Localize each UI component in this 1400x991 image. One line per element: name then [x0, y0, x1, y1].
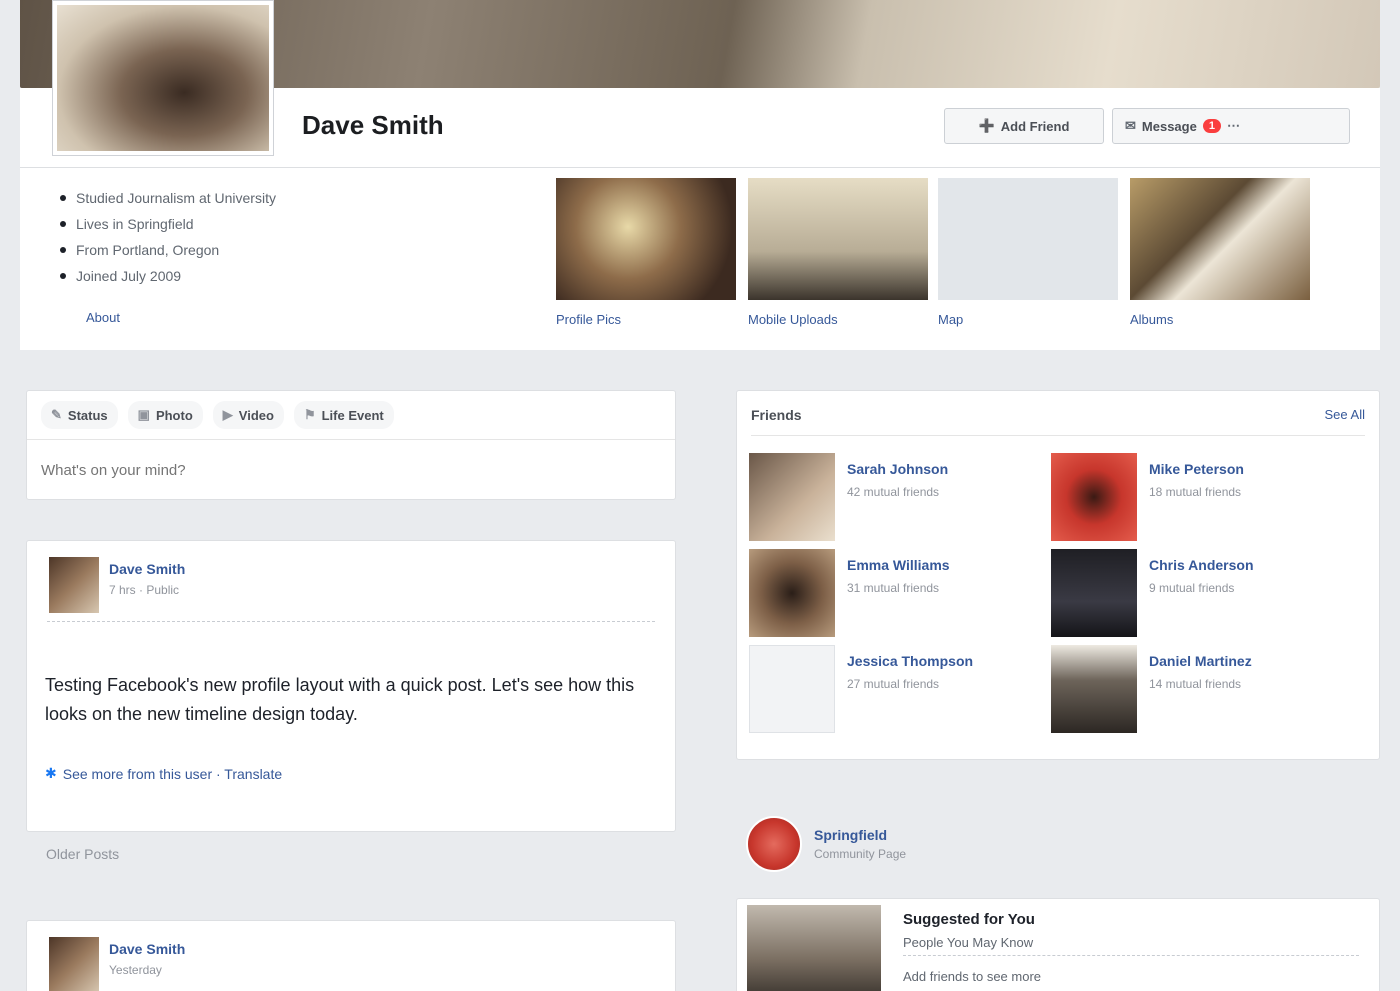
photo-thumbnail[interactable]	[1130, 178, 1310, 300]
message-button[interactable]: ✉ Message 1 ⋯	[1112, 108, 1350, 144]
about-item: Joined July 2009	[60, 268, 276, 284]
friend-item[interactable]: Jessica Thompson 27 mutual friends	[749, 645, 1039, 733]
friends-title[interactable]: Friends	[751, 407, 802, 423]
message-icon: ✉	[1125, 118, 1136, 133]
photo-caption[interactable]: Mobile Uploads	[748, 312, 838, 327]
friend-item[interactable]: Sarah Johnson 42 mutual friends	[749, 453, 1039, 541]
flag-icon: ⚑	[303, 407, 316, 422]
photo-caption[interactable]: Map	[938, 312, 963, 327]
friend-photo[interactable]	[749, 549, 835, 637]
avatar[interactable]	[49, 937, 99, 991]
photo-caption[interactable]: Albums	[1130, 312, 1173, 327]
composer-input[interactable]	[41, 453, 661, 487]
bullet-icon	[60, 273, 66, 279]
friend-name[interactable]: Sarah Johnson	[847, 461, 948, 477]
post-meta[interactable]: 7 hrs · Public	[109, 583, 185, 597]
bullet-icon	[60, 247, 66, 253]
post-composer: ✎ Status ▣ Photo ▶ Video ⚑ Life Event	[26, 390, 676, 500]
friends-card: Friends See All Sarah Johnson 42 mutual f…	[736, 390, 1380, 760]
post-card: Dave Smith 7 hrs · Public Testing Facebo…	[26, 540, 676, 832]
friend-item[interactable]: Emma Williams 31 mutual friends	[749, 549, 1039, 637]
about-item: From Portland, Oregon	[60, 242, 276, 258]
friend-photo[interactable]	[749, 645, 835, 733]
friend-item[interactable]: Mike Peterson 18 mutual friends	[1051, 453, 1341, 541]
post-text: Testing Facebook's new profile layout wi…	[45, 675, 635, 724]
friend-meta: 31 mutual friends	[847, 581, 940, 595]
tab-photo[interactable]: ▣ Photo	[127, 401, 203, 429]
about-item: Lives in Springfield	[60, 216, 276, 232]
friend-photo[interactable]	[1051, 453, 1137, 541]
suggestion-footer[interactable]: Add friends to see more	[903, 969, 1041, 984]
avatar[interactable]	[49, 557, 99, 613]
post-header: Dave Smith 7 hrs · Public	[49, 557, 185, 613]
friend-photo[interactable]	[1051, 549, 1137, 637]
link-icon: ✱	[45, 765, 57, 781]
add-friend-icon: ➕	[978, 118, 995, 133]
profile-name[interactable]: Dave Smith	[302, 110, 444, 141]
page-meta: Community Page	[814, 847, 907, 861]
post-meta[interactable]: Yesterday	[109, 963, 185, 977]
post-author[interactable]: Dave Smith	[109, 941, 185, 957]
friend-name[interactable]: Mike Peterson	[1149, 461, 1244, 477]
post-card: Dave Smith Yesterday	[26, 920, 676, 991]
suggestion-photo[interactable]	[747, 905, 881, 991]
profile-picture[interactable]	[52, 0, 274, 156]
bullet-icon	[60, 195, 66, 201]
friend-meta: 14 mutual friends	[1149, 677, 1242, 691]
intro-section: Studied Journalism at University Lives i…	[20, 168, 1380, 350]
tab-video[interactable]: ▶ Video	[212, 401, 284, 429]
about-link[interactable]: About	[86, 310, 120, 325]
suggestion-title: Suggested for You	[903, 911, 1035, 928]
post-author[interactable]: Dave Smith	[109, 561, 185, 577]
page-row[interactable]: Springfield Community Page	[746, 816, 906, 872]
about-list: Studied Journalism at University Lives i…	[60, 190, 276, 294]
friends-header: Friends See All	[751, 407, 1365, 436]
friend-name[interactable]: Daniel Martinez	[1149, 653, 1252, 669]
friend-name[interactable]: Chris Anderson	[1149, 557, 1254, 573]
post-link-label: See more from this user · Translate	[62, 765, 283, 782]
post-link[interactable]: ✱ See more from this user · Translate	[45, 765, 282, 782]
suggestion-subtitle: People You May Know	[903, 935, 1034, 950]
add-friend-button[interactable]: ➕ Add Friend	[944, 108, 1104, 144]
suggestion-card: Suggested for You People You May Know Ad…	[736, 898, 1380, 991]
friend-meta: 18 mutual friends	[1149, 485, 1242, 499]
friend-meta: 42 mutual friends	[847, 485, 940, 499]
camera-icon: ▣	[137, 407, 150, 422]
profile-photo	[57, 5, 269, 151]
friend-photo[interactable]	[1051, 645, 1137, 733]
page-name[interactable]: Springfield	[814, 827, 906, 843]
message-label: Message	[1141, 118, 1197, 134]
older-posts-label[interactable]: Older Posts	[46, 846, 119, 862]
friend-name[interactable]: Emma Williams	[847, 557, 950, 573]
divider	[47, 621, 655, 622]
about-item: Studied Journalism at University	[60, 190, 276, 206]
friend-name[interactable]: Jessica Thompson	[847, 653, 973, 669]
see-all-link[interactable]: See All	[1325, 407, 1365, 423]
friend-photo[interactable]	[749, 453, 835, 541]
photo-thumbnail[interactable]	[938, 178, 1118, 300]
composer-tabs: ✎ Status ▣ Photo ▶ Video ⚑ Life Event	[27, 391, 675, 440]
friend-meta: 9 mutual friends	[1149, 581, 1235, 595]
post-header: Dave Smith Yesterday	[49, 937, 185, 991]
page-logo[interactable]	[746, 816, 802, 872]
message-badge: 1	[1202, 119, 1221, 133]
tab-life-event[interactable]: ⚑ Life Event	[293, 401, 394, 429]
friend-item[interactable]: Daniel Martinez 14 mutual friends	[1051, 645, 1341, 733]
photo-thumbnail[interactable]	[556, 178, 736, 300]
divider	[903, 955, 1359, 956]
video-icon: ▶	[222, 407, 233, 422]
add-friend-label: Add Friend	[1000, 118, 1070, 134]
pencil-icon: ✎	[51, 407, 62, 422]
photo-caption[interactable]: Profile Pics	[556, 312, 621, 327]
friend-item[interactable]: Chris Anderson 9 mutual friends	[1051, 549, 1341, 637]
bullet-icon	[60, 221, 66, 227]
photo-thumbnail[interactable]	[748, 178, 928, 300]
tab-status[interactable]: ✎ Status	[41, 401, 118, 429]
friend-meta: 27 mutual friends	[847, 677, 940, 691]
more-icon[interactable]: ⋯	[1227, 118, 1240, 134]
